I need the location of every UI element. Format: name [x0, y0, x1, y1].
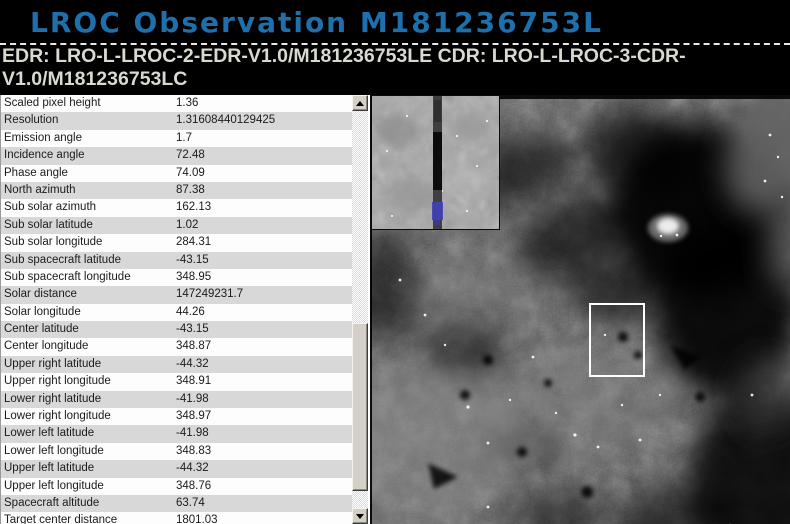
row-value: 348.95 [176, 269, 352, 286]
row-value: -41.98 [176, 425, 352, 442]
table-row: Sub solar latitude 1.02 [1, 217, 352, 234]
row-value: 1.36 [176, 95, 352, 112]
row-label: Lower left longitude [1, 443, 176, 460]
row-value: 1.7 [176, 130, 352, 147]
strip-highlight-marker [432, 202, 443, 220]
table-row: Lower right latitude -41.98 [1, 391, 352, 408]
context-thumbnail-image [372, 96, 499, 229]
row-value: 1801.03 [176, 512, 352, 524]
row-label: Lower left latitude [1, 425, 176, 442]
metadata-table: Scaled pixel height 1.36 Resolution 1.31… [0, 95, 352, 524]
table-row: Scaled pixel height 1.36 [1, 95, 352, 112]
table-row: Sub spacecraft latitude -43.15 [1, 252, 352, 269]
content-area: Scaled pixel height 1.36 Resolution 1.31… [0, 95, 790, 524]
table-row: Sub solar longitude 284.31 [1, 234, 352, 251]
page-title: LROC Observation M181236753L [0, 0, 790, 39]
row-value: 63.74 [176, 495, 352, 512]
row-label: Upper right longitude [1, 373, 176, 390]
table-row: Solar distance 147249231.7 [1, 286, 352, 303]
row-value: -41.98 [176, 391, 352, 408]
lroc-observation-page: LROC Observation M181236753L EDR: LRO-L-… [0, 0, 790, 524]
product-id-line-1: EDR: LRO-L-LROC-2-EDR-V1.0/M181236753LE … [0, 45, 790, 68]
table-row: Resolution 1.31608440129425 [1, 112, 352, 129]
context-thumbnail[interactable] [371, 95, 500, 230]
nac-strip-footprint [432, 96, 443, 229]
table-scrollbar[interactable] [352, 95, 368, 524]
row-label: Target center distance [1, 512, 176, 524]
table-row: Spacecraft altitude 63.74 [1, 495, 352, 512]
table-row: Sub spacecraft longitude 348.95 [1, 269, 352, 286]
row-value: 44.26 [176, 304, 352, 321]
table-row: Upper left longitude 348.76 [1, 478, 352, 495]
row-value: -43.15 [176, 252, 352, 269]
row-value: 1.31608440129425 [176, 112, 352, 129]
scroll-up-button[interactable] [352, 95, 368, 111]
table-row: Solar longitude 44.26 [1, 304, 352, 321]
row-label: Phase angle [1, 165, 176, 182]
row-label: Sub spacecraft latitude [1, 252, 176, 269]
table-row: Phase angle 74.09 [1, 165, 352, 182]
row-value: -44.32 [176, 356, 352, 373]
table-row: Center longitude 348.87 [1, 338, 352, 355]
scrollbar-track[interactable] [352, 111, 368, 508]
row-value: 348.87 [176, 338, 352, 355]
row-value: 87.38 [176, 182, 352, 199]
row-value: 348.76 [176, 478, 352, 495]
row-label: Resolution [1, 112, 176, 129]
table-row: Upper right longitude 348.91 [1, 373, 352, 390]
row-value: 348.91 [176, 373, 352, 390]
row-label: Lower right longitude [1, 408, 176, 425]
table-row: Upper right latitude -44.32 [1, 356, 352, 373]
row-label: Center longitude [1, 338, 176, 355]
row-value: 1.02 [176, 217, 352, 234]
scroll-down-button[interactable] [352, 508, 368, 524]
row-label: North azimuth [1, 182, 176, 199]
row-label: Sub solar longitude [1, 234, 176, 251]
row-label: Upper right latitude [1, 356, 176, 373]
table-row: Emission angle 1.7 [1, 130, 352, 147]
row-label: Lower right latitude [1, 391, 176, 408]
row-label: Upper left latitude [1, 460, 176, 477]
row-label: Sub spacecraft longitude [1, 269, 176, 286]
row-label: Scaled pixel height [1, 95, 176, 112]
row-value: -44.32 [176, 460, 352, 477]
row-value: 147249231.7 [176, 286, 352, 303]
row-value: 348.83 [176, 443, 352, 460]
row-value: 72.48 [176, 147, 352, 164]
image-viewer[interactable] [370, 95, 790, 524]
row-label: Solar longitude [1, 304, 176, 321]
scrollbar-thumb[interactable] [352, 323, 368, 491]
row-label: Sub solar azimuth [1, 199, 176, 216]
table-row: Lower left latitude -41.98 [1, 425, 352, 442]
row-value: 284.31 [176, 234, 352, 251]
triangle-up-icon [356, 101, 364, 106]
row-label: Sub solar latitude [1, 217, 176, 234]
product-id-line-2: V1.0/M181236753LC [0, 68, 790, 91]
row-label: Incidence angle [1, 147, 176, 164]
row-label: Emission angle [1, 130, 176, 147]
row-value: 348.97 [176, 408, 352, 425]
table-row: Target center distance 1801.03 [1, 512, 352, 524]
table-row: North azimuth 87.38 [1, 182, 352, 199]
row-label: Center latitude [1, 321, 176, 338]
row-label: Upper left longitude [1, 478, 176, 495]
row-value: -43.15 [176, 321, 352, 338]
row-label: Spacecraft altitude [1, 495, 176, 512]
row-label: Solar distance [1, 286, 176, 303]
page-header: LROC Observation M181236753L EDR: LRO-L-… [0, 0, 790, 95]
table-row: Lower left longitude 348.83 [1, 443, 352, 460]
table-row: Lower right longitude 348.97 [1, 408, 352, 425]
table-row: Upper left latitude -44.32 [1, 460, 352, 477]
table-row: Incidence angle 72.48 [1, 147, 352, 164]
selection-box [589, 303, 645, 377]
table-row: Center latitude -43.15 [1, 321, 352, 338]
row-value: 162.13 [176, 199, 352, 216]
row-value: 74.09 [176, 165, 352, 182]
triangle-down-icon [356, 514, 364, 519]
table-row: Sub solar azimuth 162.13 [1, 199, 352, 216]
